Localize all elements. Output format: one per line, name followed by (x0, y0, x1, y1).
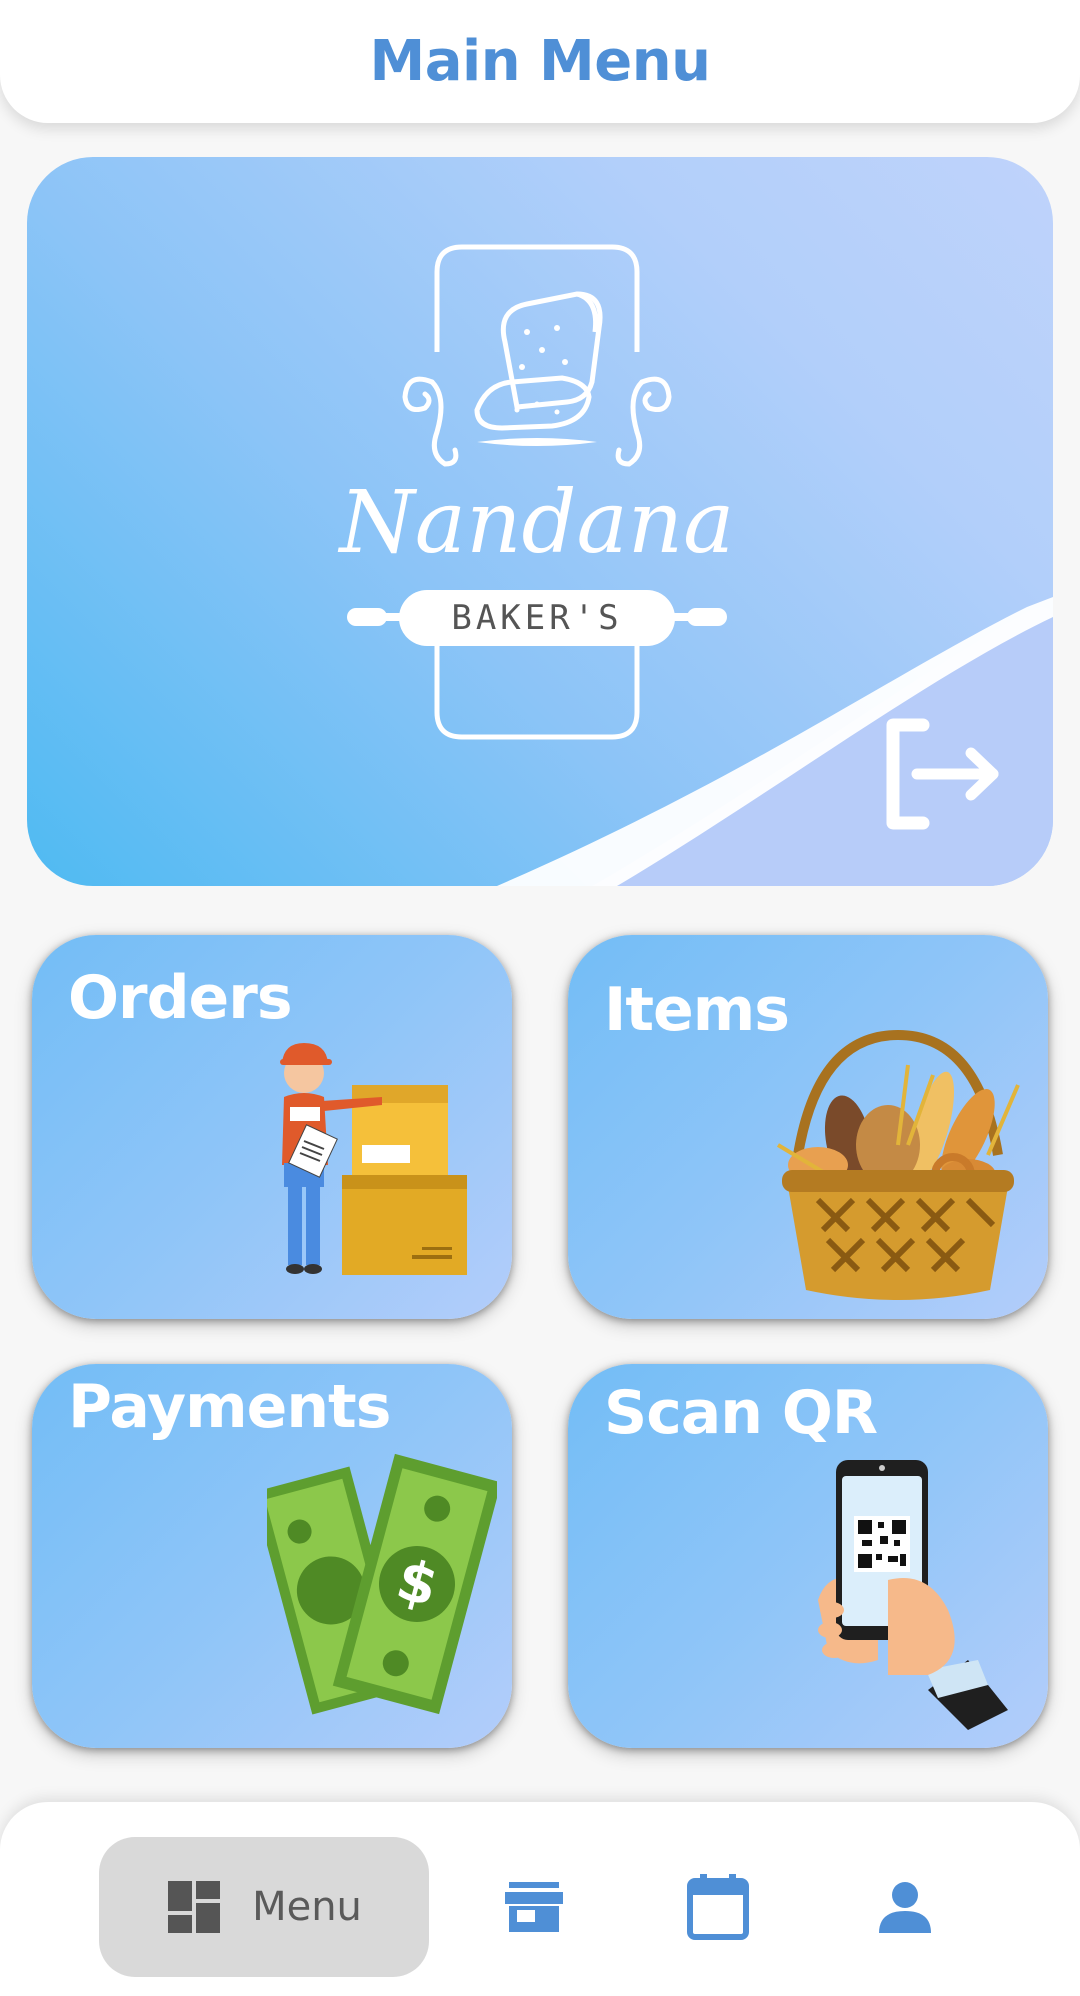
nav-item-menu-label: Menu (252, 1884, 362, 1930)
nav-item-profile[interactable] (860, 1857, 950, 1957)
dashboard-icon (168, 1881, 221, 1933)
logout-icon[interactable] (875, 713, 1005, 833)
person-icon (879, 1882, 931, 1933)
dollar-bills-icon: $ (267, 1453, 497, 1715)
payments-card-label: Payments (68, 1372, 391, 1442)
bread-basket-icon (776, 1029, 1020, 1300)
nav-item-calendar[interactable] (670, 1852, 765, 1962)
brand-banner: Nandana BAKER'S (27, 157, 1053, 886)
logo-script-text: Nandana (338, 473, 735, 573)
scan-qr-card[interactable]: Scan QR (568, 1364, 1048, 1748)
orders-card[interactable]: Orders (32, 935, 512, 1319)
calendar-icon (686, 1874, 749, 1940)
phone-qr-icon (818, 1460, 1008, 1730)
payments-card[interactable]: Payments $ (32, 1364, 512, 1748)
page-title: Main Menu (369, 29, 711, 94)
items-card[interactable]: Items (568, 935, 1048, 1319)
app-header: Main Menu (0, 0, 1080, 123)
delivery-person-icon (280, 1043, 467, 1275)
nav-item-store[interactable] (490, 1857, 578, 1957)
store-icon (505, 1882, 563, 1932)
bottom-navigation: Menu (0, 1802, 1080, 1996)
nav-item-menu[interactable]: Menu (99, 1837, 429, 1977)
nandana-bakers-logo: Nandana BAKER'S (338, 244, 735, 740)
scan-qr-card-label: Scan QR (604, 1378, 878, 1448)
orders-card-label: Orders (68, 963, 293, 1033)
logo-sub-text: BAKER'S (451, 598, 622, 638)
